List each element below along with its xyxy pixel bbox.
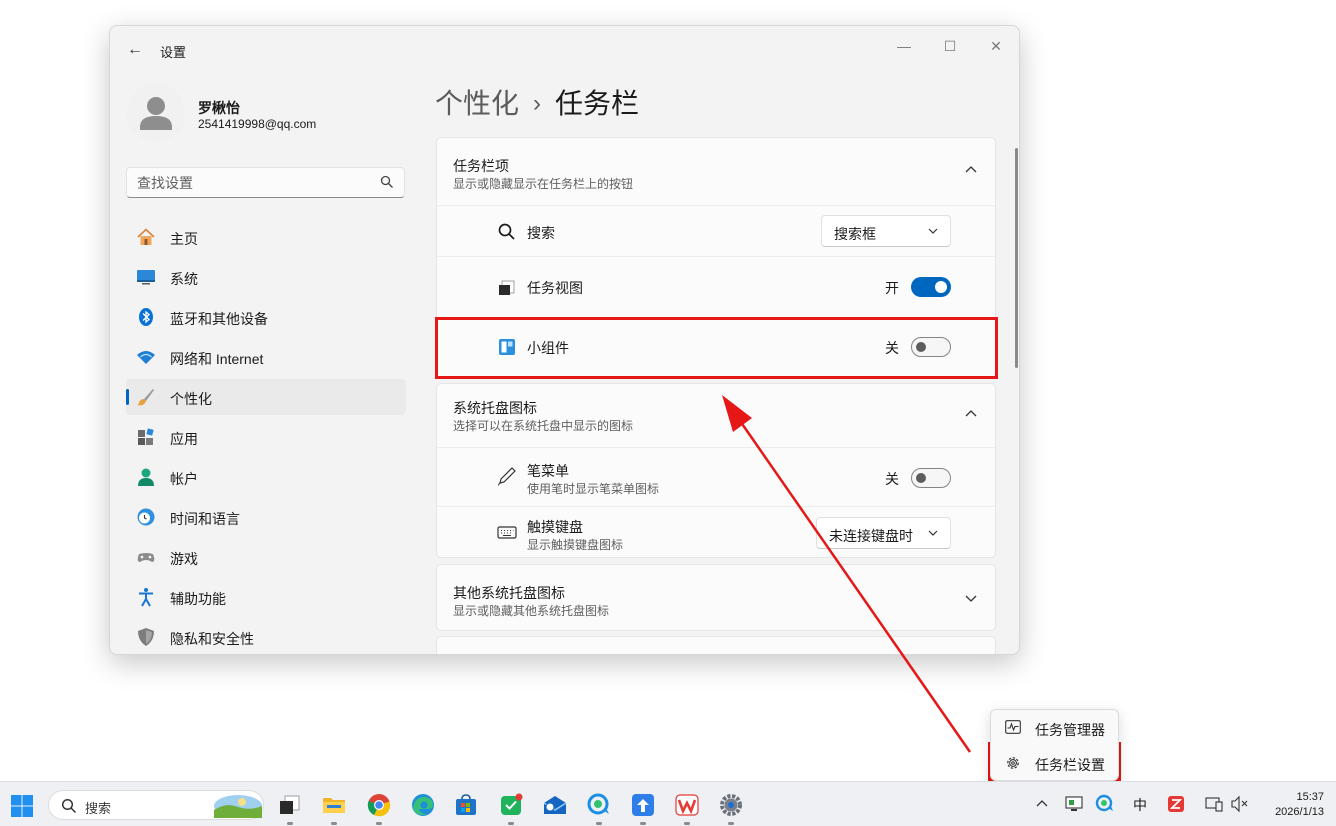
clock-time: 15:37 bbox=[1296, 791, 1324, 803]
task-manager-menu-item[interactable]: 任务管理器 bbox=[991, 711, 1119, 745]
running-indicator bbox=[376, 822, 382, 825]
chat-bubble-icon[interactable] bbox=[1094, 793, 1116, 815]
taskbar-chrome[interactable] bbox=[366, 792, 392, 825]
running-indicator bbox=[596, 822, 602, 825]
task-view-icon bbox=[280, 795, 300, 814]
taskbar-store[interactable] bbox=[453, 792, 479, 818]
menu-item-label: 任务管理器 bbox=[1035, 722, 1105, 738]
green-chat-app-icon bbox=[501, 793, 523, 815]
network-icon[interactable] bbox=[1203, 793, 1225, 815]
taskbar-chat-app[interactable] bbox=[586, 792, 612, 825]
chat-bubble-icon bbox=[587, 793, 609, 815]
annotation-arrow bbox=[722, 395, 972, 753]
taskbar-search-label: 搜索 bbox=[85, 801, 112, 816]
taskbar-settings-app[interactable] bbox=[718, 792, 744, 825]
start-button[interactable] bbox=[10, 794, 34, 818]
running-indicator bbox=[287, 822, 293, 825]
taskbar-edge[interactable] bbox=[410, 792, 436, 818]
running-indicator bbox=[684, 822, 690, 825]
taskbar-file-explorer[interactable] bbox=[321, 792, 347, 825]
running-indicator bbox=[508, 822, 514, 825]
gear-icon bbox=[1007, 757, 1019, 769]
taskbar-search-box[interactable]: 搜索 bbox=[48, 790, 264, 820]
taskbar-settings-menu-item[interactable]: 任务栏设置 bbox=[991, 746, 1119, 780]
clock[interactable]: 15:37 2026/1/13 bbox=[1262, 790, 1324, 820]
search-highlight-image-icon bbox=[214, 795, 262, 818]
task-manager-icon bbox=[1005, 720, 1021, 734]
edge-icon bbox=[412, 794, 434, 816]
taskbar-mail-app[interactable] bbox=[542, 792, 568, 818]
mail-icon bbox=[543, 796, 567, 814]
taskbar-upload-app[interactable] bbox=[630, 792, 656, 825]
volume-muted-icon[interactable] bbox=[1229, 793, 1251, 815]
folder-icon bbox=[323, 798, 345, 813]
chrome-icon bbox=[367, 794, 391, 817]
running-indicator bbox=[331, 822, 337, 825]
show-hidden-icons-chevron-up-icon[interactable] bbox=[1031, 793, 1053, 815]
ime-indicator[interactable]: 中 bbox=[1129, 795, 1151, 817]
running-indicator bbox=[728, 822, 734, 825]
taskbar: 搜索 中 15:37 2026/1/13 bbox=[0, 781, 1336, 826]
running-indicator bbox=[640, 822, 646, 825]
wps-tray-icon[interactable] bbox=[1165, 793, 1187, 815]
taskbar-task-view[interactable] bbox=[277, 792, 303, 825]
clock-date: 2026/1/13 bbox=[1275, 806, 1324, 818]
upload-app-icon bbox=[632, 794, 654, 816]
menu-item-label: 任务栏设置 bbox=[1035, 757, 1105, 773]
store-icon bbox=[456, 794, 476, 815]
taskbar-wechat-app[interactable] bbox=[498, 792, 524, 825]
gear-icon bbox=[720, 794, 742, 816]
taskbar-wps[interactable] bbox=[674, 792, 700, 825]
wps-icon bbox=[675, 794, 699, 816]
search-icon bbox=[61, 798, 77, 814]
taskbar-context-menu: 任务管理器 任务栏设置 bbox=[990, 709, 1119, 781]
monitor-tray-icon[interactable] bbox=[1063, 793, 1085, 815]
